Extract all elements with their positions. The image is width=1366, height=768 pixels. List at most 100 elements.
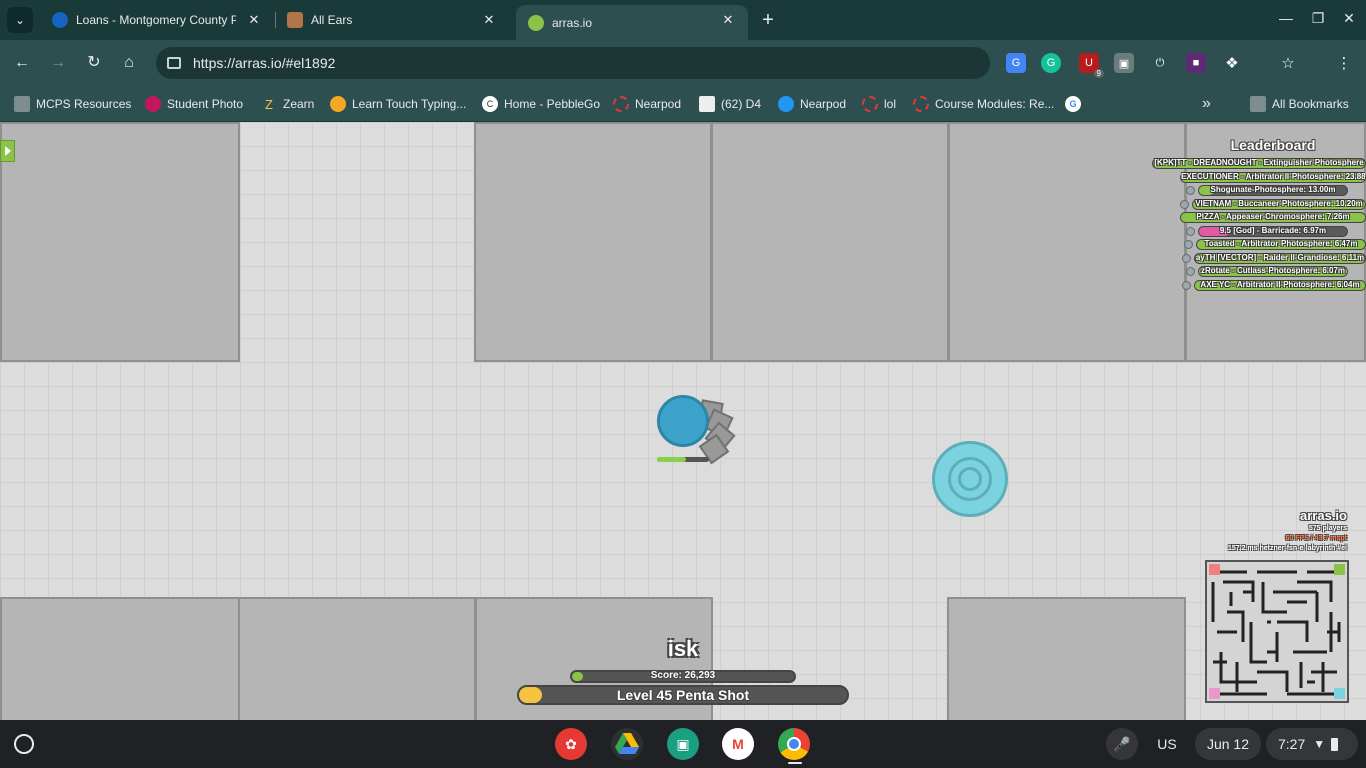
tab-all-ears[interactable]: All Ears ✕: [275, 0, 509, 40]
minimize-icon: —: [1279, 10, 1293, 26]
date-button[interactable]: Jun 12: [1195, 728, 1261, 760]
bookmark-course-modules[interactable]: Course Modules: Re...: [913, 94, 1054, 114]
launcher-button[interactable]: [14, 734, 34, 754]
leaderboard-entry-label: VIETNAM - Buccaneer-Photosphere: 10.20m: [1195, 198, 1363, 208]
back-button[interactable]: ←: [11, 52, 33, 74]
bookmark-nearpod-2[interactable]: Nearpod: [778, 94, 846, 114]
plus-icon: +: [762, 9, 774, 31]
close-icon[interactable]: ✕: [720, 12, 736, 28]
reload-icon: ↻: [87, 54, 101, 71]
grammarly-extension-icon[interactable]: G: [1041, 53, 1061, 73]
leaderboard-entry: PIZZA - Appeaser-Chromosphere: 7.26m: [1180, 212, 1366, 223]
zearn-icon: Z: [265, 96, 273, 112]
all-bookmarks-button[interactable]: All Bookmarks: [1250, 94, 1349, 114]
puzzle-icon[interactable]: ❖: [1222, 53, 1242, 73]
leaderboard-entry-label: ayTH [VECTOR] - Raider II-Grandiose: 6.1…: [1195, 252, 1365, 262]
site-info-icon[interactable]: [167, 57, 181, 69]
leaderboard-entry-label: 9.5 [God] - Barricade: 6.97m: [1219, 225, 1327, 235]
loans-favicon-icon: [52, 12, 68, 28]
student-photo-icon: [145, 96, 161, 112]
address-bar[interactable]: https://arras.io/#el1892: [156, 47, 990, 79]
leaderboard-tank-icon: [1186, 267, 1195, 276]
minimap-base-green: [1334, 564, 1345, 575]
folder-icon: [14, 96, 30, 112]
new-tab-button[interactable]: +: [758, 10, 778, 30]
bookmark-pebblego[interactable]: C Home - PebbleGo: [482, 94, 600, 114]
minimap: [1205, 560, 1349, 703]
gmail-app-icon[interactable]: M: [722, 728, 754, 760]
maze-wall: [238, 597, 476, 720]
canvas-app-icon[interactable]: ✿: [555, 728, 587, 760]
close-icon[interactable]: ✕: [481, 12, 497, 28]
leaderboard-entry: EXECUTIONER - Arbitrator II-Photosphere:…: [1180, 171, 1366, 183]
bookmark-student-photo[interactable]: Student Photo: [145, 94, 243, 114]
microphone-button[interactable]: 🎤: [1106, 728, 1138, 760]
bookmark-nearpod[interactable]: Nearpod: [613, 94, 681, 114]
extension-icon[interactable]: ■: [1186, 53, 1206, 73]
bookmark-label: Nearpod: [800, 97, 847, 111]
restore-button[interactable]: ❐: [1308, 8, 1328, 28]
leaderboard-tank-icon: [1186, 186, 1195, 195]
minimize-button[interactable]: —: [1276, 8, 1296, 28]
home-button[interactable]: ⌂: [118, 52, 140, 74]
forward-button[interactable]: →: [47, 52, 69, 74]
bookmark-label: Student Photo: [167, 97, 244, 111]
star-icon[interactable]: ☆: [1278, 53, 1298, 73]
leaderboard-entry: VIETNAM - Buccaneer-Photosphere: 10.20m: [1192, 198, 1366, 210]
bookmark-zearn[interactable]: Z Zearn: [261, 94, 314, 114]
canvas-icon: [913, 96, 929, 112]
tab-title: arras.io: [552, 15, 593, 30]
player-health-fill: [657, 457, 686, 462]
tab-title: All Ears: [311, 13, 353, 27]
chrome-app-icon[interactable]: [778, 728, 810, 760]
tab-loans[interactable]: Loans - Montgomery County P ✕: [40, 0, 274, 40]
maze-wall: [0, 122, 240, 362]
classroom-app-icon[interactable]: ▣: [667, 728, 699, 760]
chevron-down-icon: ⌄: [14, 13, 26, 27]
tab-title: Loans - Montgomery County P: [76, 13, 236, 27]
tab-arras[interactable]: arras.io ✕: [516, 5, 748, 40]
maze-wall: [474, 122, 712, 362]
maze-wall: [947, 597, 1186, 720]
leaderboard-entry-label: zRotate - Cutlass-Photosphere: 6.07m: [1200, 266, 1346, 275]
power-extension-icon[interactable]: ⏻: [1150, 53, 1170, 73]
maze-wall: [948, 122, 1186, 362]
fps-readout: 60 FPS / 43.7 mspt: [1285, 535, 1347, 542]
player-count: 575 players: [1308, 525, 1347, 532]
leaderboard-entry-label: Toasted - Arbitrator-Photosphere: 6.47m: [1204, 239, 1358, 248]
bookmark-google[interactable]: G: [1065, 94, 1087, 114]
more-bookmarks-button[interactable]: »: [1202, 94, 1211, 114]
browser-toolbar: ← → ↻ ⌂ https://arras.io/#el1892 G G U9 …: [0, 40, 1366, 86]
bookmark-label: lol: [884, 97, 897, 111]
close-window-button[interactable]: ✕: [1339, 8, 1359, 28]
score-label: Score: 26,293: [650, 670, 716, 681]
enemy-tank: [932, 441, 1008, 517]
minimap-maze: [1211, 570, 1341, 696]
tab-search-button[interactable]: ⌄: [7, 7, 33, 33]
google-translate-extension-icon[interactable]: G: [1006, 53, 1026, 73]
close-icon: ✕: [1343, 10, 1355, 26]
expand-menu-button[interactable]: [0, 140, 15, 162]
google-drive-app-icon[interactable]: [611, 728, 643, 760]
bookmark-d4[interactable]: (62) D4: [699, 94, 761, 114]
status-area[interactable]: 7:27 ▼: [1266, 728, 1358, 760]
reload-button[interactable]: ↻: [83, 52, 105, 74]
maze-wall: [0, 597, 240, 720]
leaderboard-entry: ayTH [VECTOR] - Raider II-Grandiose: 6.1…: [1194, 252, 1366, 264]
kebab-menu-icon[interactable]: ⋮: [1334, 53, 1354, 73]
leaderboard-entry-label: PIZZA - Appeaser-Chromosphere: 7.26m: [1196, 212, 1350, 221]
bookmark-learn-touch-typing[interactable]: Learn Touch Typing...: [330, 94, 466, 114]
bookmark-mcps-resources[interactable]: MCPS Resources: [14, 94, 131, 114]
battery-icon: [1331, 737, 1339, 751]
close-icon[interactable]: ✕: [246, 12, 262, 28]
extension-icon[interactable]: ▣: [1114, 53, 1134, 73]
arrow-left-icon: ←: [14, 54, 30, 71]
minimap-base-blue: [1334, 688, 1345, 699]
leaderboard-tank-icon: [1180, 199, 1189, 209]
ublock-extension-icon[interactable]: U9: [1079, 53, 1104, 78]
maze-wall: [711, 122, 949, 362]
bookmark-lol[interactable]: lol: [862, 94, 896, 114]
input-method-button[interactable]: US: [1146, 728, 1188, 760]
game-canvas[interactable]: Leaderboard [KPK]TT - DREADNOUGHT - Exti…: [0, 122, 1366, 720]
drive-logo-icon: [615, 733, 639, 754]
